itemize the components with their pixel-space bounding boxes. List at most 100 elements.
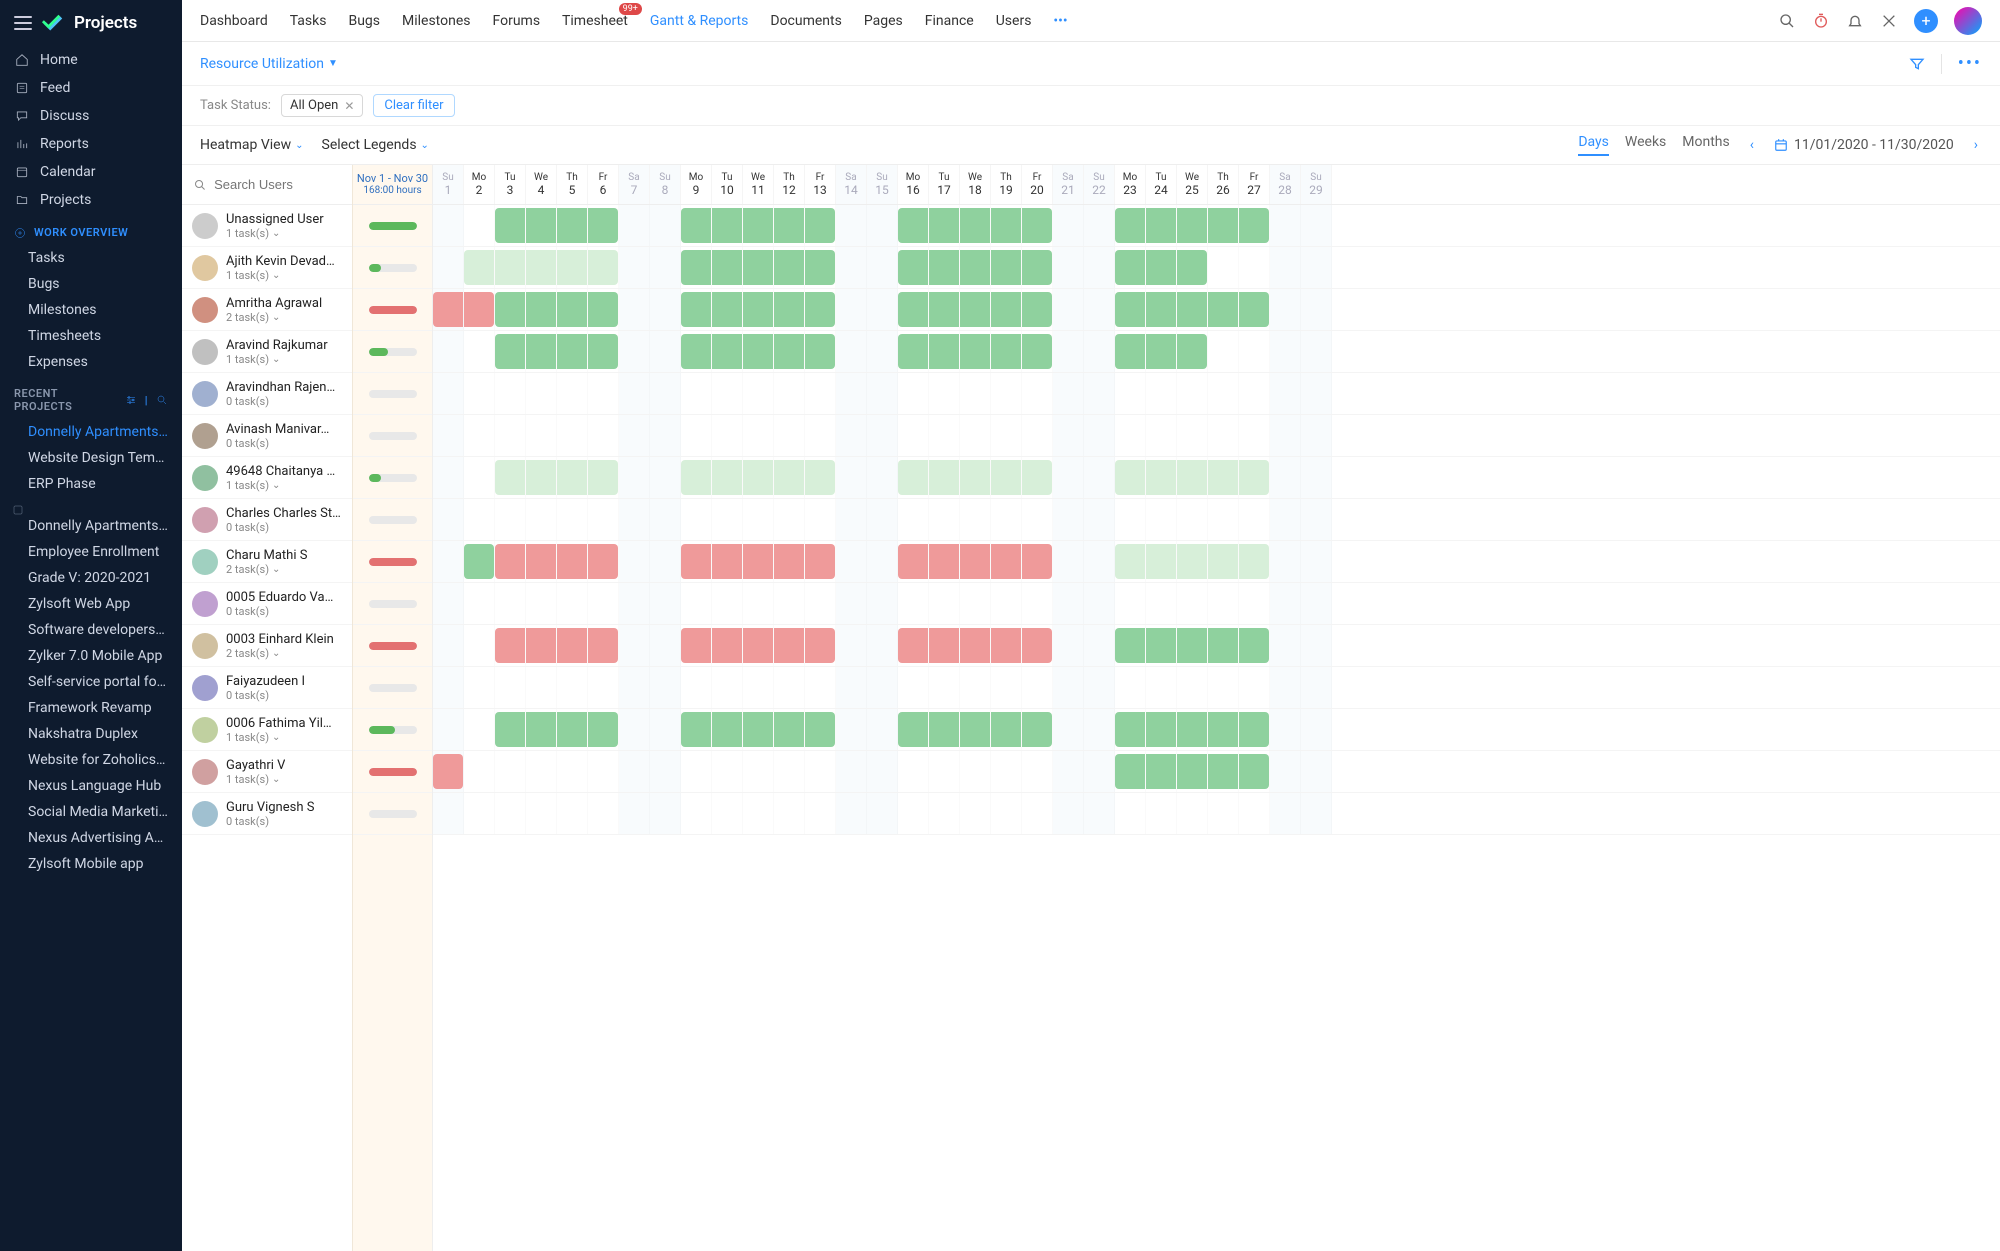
filter-chip[interactable]: All Open ✕ [281, 94, 363, 117]
heatmap-cell[interactable] [433, 289, 464, 330]
project-item[interactable]: Donnelly Apartments C [0, 497, 182, 539]
heatmap-cell[interactable] [1239, 205, 1270, 246]
next-period-button[interactable]: › [1970, 137, 1982, 153]
heatmap-cell[interactable] [681, 541, 712, 582]
heatmap-cell[interactable] [1146, 331, 1177, 372]
filter-icon[interactable] [1909, 56, 1925, 72]
heatmap-cell[interactable] [1239, 709, 1270, 750]
heatmap-cell[interactable] [712, 541, 743, 582]
heatmap-cell[interactable] [1146, 625, 1177, 666]
heatmap-cell[interactable] [588, 457, 619, 498]
tab-tasks[interactable]: Tasks [290, 13, 327, 29]
heatmap-cell[interactable] [1115, 457, 1146, 498]
heatmap-cell[interactable] [712, 205, 743, 246]
heatmap-cell[interactable] [588, 205, 619, 246]
heatmap-cell[interactable] [743, 625, 774, 666]
heatmap-cell[interactable] [743, 205, 774, 246]
search-users-input[interactable] [214, 177, 340, 192]
heatmap-cell[interactable] [1022, 331, 1053, 372]
heatmap-cell[interactable] [805, 625, 836, 666]
project-item[interactable]: Zylsoft Mobile app [0, 851, 182, 877]
view-mode-selector[interactable]: Heatmap View ⌄ [200, 137, 304, 153]
heatmap-cell[interactable] [1239, 457, 1270, 498]
heatmap-cell[interactable] [960, 205, 991, 246]
sidebar-item-reports[interactable]: Reports [0, 130, 182, 158]
heatmap-cell[interactable] [1177, 205, 1208, 246]
heatmap-cell[interactable] [712, 625, 743, 666]
heatmap-cell[interactable] [1208, 457, 1239, 498]
hamburger-icon[interactable] [14, 16, 32, 30]
heatmap-cell[interactable] [1022, 457, 1053, 498]
heatmap-cell[interactable] [681, 331, 712, 372]
heatmap-cell[interactable] [1146, 541, 1177, 582]
project-item[interactable]: Employee Enrollment [0, 539, 182, 565]
project-item[interactable]: Donnelly Apartments C [0, 419, 182, 445]
project-item[interactable]: ERP Phase [0, 471, 182, 497]
heatmap-cell[interactable] [743, 289, 774, 330]
project-item[interactable]: Nakshatra Duplex [0, 721, 182, 747]
close-icon[interactable]: ✕ [344, 99, 354, 113]
legends-selector[interactable]: Select Legends ⌄ [322, 137, 429, 153]
tab-users[interactable]: Users [996, 13, 1032, 29]
heatmap-cell[interactable] [1208, 625, 1239, 666]
search-icon[interactable] [1778, 12, 1796, 30]
heatmap-cell[interactable] [495, 625, 526, 666]
heatmap-cell[interactable] [1115, 331, 1146, 372]
heatmap-cell[interactable] [1146, 205, 1177, 246]
user-row[interactable]: 0006 Fathima Yil… 1 task(s) ⌄ [182, 709, 352, 751]
heatmap-cell[interactable] [805, 289, 836, 330]
heatmap-cell[interactable] [774, 331, 805, 372]
heatmap-cell[interactable] [1177, 541, 1208, 582]
heatmap-cell[interactable] [557, 289, 588, 330]
heatmap-cell[interactable] [1208, 205, 1239, 246]
user-row[interactable]: Guru Vignesh S 0 task(s) [182, 793, 352, 835]
heatmap-cell[interactable] [681, 457, 712, 498]
heatmap-cell[interactable] [743, 247, 774, 288]
tab-finance[interactable]: Finance [925, 13, 974, 29]
tab-pages[interactable]: Pages [864, 13, 903, 29]
heatmap-cell[interactable] [960, 331, 991, 372]
heatmap-cell[interactable] [805, 457, 836, 498]
bell-icon[interactable] [1846, 12, 1864, 30]
user-task-count[interactable]: 2 task(s) ⌄ [226, 647, 334, 660]
user-row[interactable]: Gayathri V 1 task(s) ⌄ [182, 751, 352, 793]
scale-weeks[interactable]: Weeks [1625, 134, 1666, 156]
user-task-count[interactable]: 1 task(s) ⌄ [226, 479, 335, 492]
heatmap-cell[interactable] [743, 331, 774, 372]
heatmap-cell[interactable] [712, 709, 743, 750]
heatmap-cell[interactable] [712, 289, 743, 330]
heatmap-cell[interactable] [960, 541, 991, 582]
heatmap-cell[interactable] [557, 709, 588, 750]
heatmap-cell[interactable] [960, 289, 991, 330]
heatmap-cell[interactable] [1022, 709, 1053, 750]
heatmap-cell[interactable] [464, 289, 495, 330]
heatmap-cell[interactable] [681, 709, 712, 750]
heatmap-cell[interactable] [1239, 751, 1270, 792]
project-item[interactable]: Nexus Language Hub [0, 773, 182, 799]
heatmap-cell[interactable] [929, 331, 960, 372]
user-task-count[interactable]: 1 task(s) ⌄ [226, 773, 285, 786]
heatmap-cell[interactable] [743, 541, 774, 582]
heatmap-cell[interactable] [588, 709, 619, 750]
user-task-count[interactable]: 2 task(s) ⌄ [226, 563, 307, 576]
heatmap-cell[interactable] [1146, 457, 1177, 498]
tab-timesheet[interactable]: Timesheet [562, 13, 628, 29]
heatmap-cell[interactable] [774, 205, 805, 246]
heatmap-cell[interactable] [898, 541, 929, 582]
heatmap-cell[interactable] [991, 457, 1022, 498]
user-task-count[interactable]: 1 task(s) ⌄ [226, 269, 335, 282]
heatmap-cell[interactable] [464, 541, 495, 582]
heatmap-cell[interactable] [960, 709, 991, 750]
heatmap-cell[interactable] [526, 457, 557, 498]
heatmap-cell[interactable] [805, 541, 836, 582]
date-range[interactable]: 11/01/2020 - 11/30/2020 [1794, 137, 1954, 153]
heatmap-cell[interactable] [495, 541, 526, 582]
heatmap-cell[interactable] [1115, 247, 1146, 288]
heatmap-cell[interactable] [774, 247, 805, 288]
heatmap-cell[interactable] [526, 289, 557, 330]
heatmap-cell[interactable] [681, 625, 712, 666]
heatmap-cell[interactable] [1239, 625, 1270, 666]
user-row[interactable]: Aravindhan Rajen… 0 task(s) [182, 373, 352, 415]
heatmap-cell[interactable] [495, 331, 526, 372]
heatmap-cell[interactable] [588, 541, 619, 582]
